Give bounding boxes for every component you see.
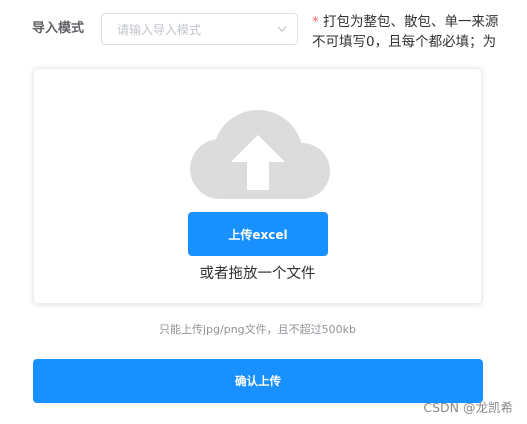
csdn-watermark: CSDN @龙凯希 — [423, 400, 513, 415]
confirm-upload-button[interactable]: 确认上传 — [33, 359, 483, 403]
upload-excel-button[interactable]: 上传excel — [188, 212, 328, 256]
drag-drop-text: 或者拖放一个文件 — [199, 266, 316, 282]
required-star: * — [312, 14, 319, 30]
import-mode-select[interactable]: 请输入导入模式 — [101, 13, 298, 45]
import-mode-label: 导入模式 — [32, 21, 85, 36]
note-line-1: * 打包为整包、散包、单一来源 — [312, 12, 527, 32]
cloud-upload-icon — [190, 110, 330, 199]
upload-tip: 只能上传jpg/png文件，且不超过500kb — [158, 323, 356, 336]
upload-dropzone[interactable]: 上传excel 或者拖放一个文件 — [33, 68, 482, 304]
upload-page: 导入模式 请输入导入模式 * 打包为整包、散包、单一来源 不可填写0，且每个都必… — [0, 0, 527, 424]
import-mode-placeholder: 请输入导入模式 — [117, 23, 202, 37]
chevron-down-icon — [277, 26, 287, 32]
note-line-1-text: 打包为整包、散包、单一来源 — [318, 14, 499, 30]
import-mode-note: * 打包为整包、散包、单一来源 不可填写0，且每个都必填；为 — [312, 12, 527, 52]
note-line-2: 不可填写0，且每个都必填；为 — [312, 34, 497, 50]
